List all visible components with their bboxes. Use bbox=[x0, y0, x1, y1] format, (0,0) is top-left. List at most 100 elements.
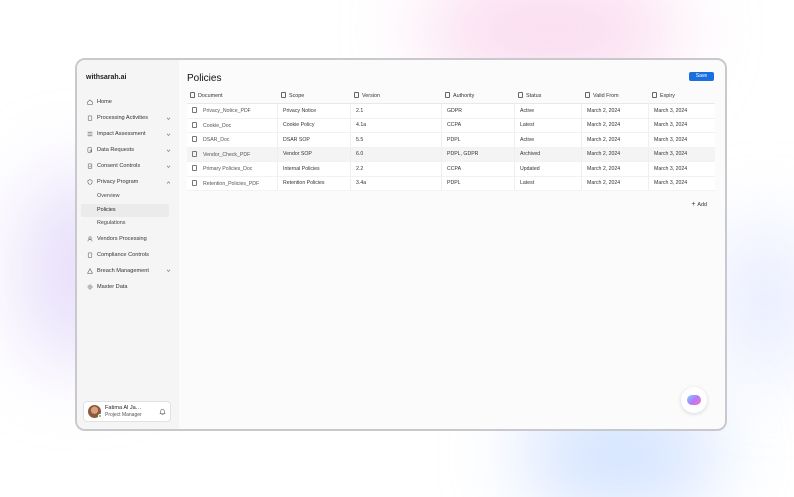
cell-document[interactable]: DSAR_Doc bbox=[187, 133, 278, 148]
sidebar-item-label: Consent Controls bbox=[97, 163, 141, 169]
column-header-label: Authority bbox=[453, 93, 475, 99]
sidebar-item-label: Vendors Processing bbox=[97, 235, 147, 242]
cell-authority: GDPR bbox=[442, 104, 515, 119]
cell-document[interactable]: Vendor_Check_PDF bbox=[187, 147, 278, 162]
user-icon bbox=[87, 236, 93, 242]
cell-scope: DSAR SOP bbox=[278, 133, 351, 148]
clipboard-check-icon bbox=[87, 163, 93, 169]
document-icon bbox=[281, 92, 286, 98]
document-name[interactable]: Vendor_Check_PDF bbox=[203, 152, 250, 158]
chevron-down-icon[interactable] bbox=[166, 164, 171, 169]
column-header-label: Scope bbox=[289, 93, 305, 99]
cell-version: 5.5 bbox=[351, 133, 442, 148]
table-row[interactable]: Retention_Policies_PDF Retention Policies… bbox=[187, 176, 715, 191]
document-icon bbox=[445, 92, 450, 98]
avatar bbox=[88, 405, 102, 418]
add-button[interactable]: + Add bbox=[691, 201, 709, 208]
app-window: withsarah.ai Home Processing Activities Im… bbox=[75, 58, 727, 431]
list-icon bbox=[87, 131, 93, 137]
column-header-expiry[interactable]: Expiry bbox=[649, 88, 715, 104]
chevron-down-icon[interactable] bbox=[166, 148, 171, 153]
assistant-fab-button[interactable] bbox=[681, 387, 707, 413]
cell-document[interactable]: Primary Policies_Doc bbox=[187, 162, 278, 177]
document-name[interactable]: Privacy_Notice_PDF bbox=[203, 108, 251, 114]
cell-status: Latest bbox=[515, 176, 582, 191]
cell-status: Archived bbox=[515, 147, 582, 162]
document-icon bbox=[518, 92, 523, 98]
cell-valid-from: March 2, 2024 bbox=[582, 176, 649, 191]
add-label: Add bbox=[697, 202, 707, 208]
document-icon bbox=[354, 92, 359, 98]
alert-icon bbox=[87, 267, 93, 274]
chevron-down-icon[interactable] bbox=[166, 116, 171, 121]
column-header-label: Valid From bbox=[593, 93, 619, 99]
column-header-scope[interactable]: Scope bbox=[278, 88, 351, 104]
sidebar-item-consent-controls[interactable]: Consent Controls bbox=[77, 158, 179, 174]
sidebar-item-breach-management[interactable]: Breach Management bbox=[77, 263, 179, 279]
sidebar: withsarah.ai Home Processing Activities Im… bbox=[77, 60, 179, 429]
table-row[interactable]: Privacy_Notice_PDF Privacy Notice 2.1 GDPR A… bbox=[187, 104, 715, 119]
sidebar-item-processing-activities[interactable]: Processing Activities bbox=[77, 110, 179, 126]
sidebar-item-vendors-processing[interactable]: Vendors Processing bbox=[77, 231, 179, 247]
file-search-icon bbox=[87, 147, 93, 153]
document-name[interactable]: Primary Policies_Doc bbox=[203, 166, 252, 172]
home-icon bbox=[87, 99, 93, 105]
cell-document[interactable]: Cookie_Doc bbox=[187, 118, 278, 133]
file-icon bbox=[192, 121, 197, 128]
page-title: Policies bbox=[187, 73, 222, 84]
sidebar-item-compliance-controls[interactable]: Compliance Controls bbox=[77, 247, 179, 263]
user-name: Fatima Al Ja… bbox=[105, 404, 142, 411]
column-header-version[interactable]: Version bbox=[351, 88, 442, 104]
cell-authority: CCPA bbox=[442, 162, 515, 177]
cell-valid-from: March 2, 2024 bbox=[582, 104, 649, 119]
cell-scope: Privacy Notice bbox=[278, 104, 351, 119]
table-row[interactable]: Vendor_Check_PDF Vendor SOP 6.0 PDPL, GDPR A… bbox=[187, 147, 715, 162]
table-row[interactable]: DSAR_Doc DSAR SOP 5.5 PDPL Active March 2, 20… bbox=[187, 133, 715, 148]
save-button[interactable]: Save bbox=[689, 72, 714, 81]
sidebar-subitem-regulations[interactable]: Regulations bbox=[77, 217, 169, 231]
cell-document[interactable]: Privacy_Notice_PDF bbox=[187, 104, 278, 119]
cell-scope: Retention Policies bbox=[278, 176, 351, 191]
cell-valid-from: March 2, 2024 bbox=[582, 147, 649, 162]
table-row[interactable]: Primary Policies_Doc Internal Policies 2.2… bbox=[187, 162, 715, 177]
document-name[interactable]: Cookie_Doc bbox=[203, 123, 231, 129]
table-header-row: Document Scope Version Authority Status Valid… bbox=[187, 88, 715, 104]
user-role: Project Manager bbox=[105, 411, 142, 418]
cell-valid-from: March 2, 2024 bbox=[582, 133, 649, 148]
clipboard-icon bbox=[87, 115, 93, 121]
sidebar-item-label: Compliance Controls bbox=[97, 251, 149, 258]
chevron-up-icon[interactable] bbox=[166, 180, 171, 185]
cell-authority: PDPL, GDPR bbox=[442, 147, 515, 162]
table-row[interactable]: Cookie_Doc Cookie Policy 4.1a CCPA Latest Mar… bbox=[187, 118, 715, 133]
sidebar-item-data-requests[interactable]: Data Requests bbox=[77, 142, 179, 158]
plus-icon: + bbox=[691, 201, 696, 208]
sidebar-item-master-data[interactable]: Master Data bbox=[77, 279, 179, 295]
sidebar-item-label: Data Requests bbox=[97, 147, 135, 153]
cell-status: Latest bbox=[515, 118, 582, 133]
clipboard-icon bbox=[87, 252, 93, 258]
cell-version: 6.0 bbox=[351, 147, 442, 162]
chevron-down-icon[interactable] bbox=[166, 268, 171, 273]
column-header-authority[interactable]: Authority bbox=[442, 88, 515, 104]
column-header-document[interactable]: Document bbox=[187, 88, 278, 104]
shield-icon bbox=[87, 179, 93, 185]
sidebar-item-impact-assessment[interactable]: Impact Assessment bbox=[77, 126, 179, 142]
sidebar-item-privacy-program[interactable]: Privacy Program bbox=[77, 174, 179, 190]
document-name[interactable]: DSAR_Doc bbox=[203, 137, 230, 143]
bell-icon[interactable] bbox=[159, 408, 166, 415]
cell-valid-from: March 2, 2024 bbox=[582, 118, 649, 133]
document-icon bbox=[585, 92, 590, 98]
cell-scope: Cookie Policy bbox=[278, 118, 351, 133]
cell-valid-from: March 2, 2024 bbox=[582, 162, 649, 177]
user-card[interactable]: Fatima Al Ja… Project Manager bbox=[83, 401, 171, 422]
column-header-status[interactable]: Status bbox=[515, 88, 582, 104]
sidebar-subitem-overview[interactable]: Overview bbox=[77, 190, 169, 204]
cell-document[interactable]: Retention_Policies_PDF bbox=[187, 176, 278, 191]
sidebar-item-home[interactable]: Home bbox=[77, 94, 179, 110]
chevron-down-icon[interactable] bbox=[166, 132, 171, 137]
cell-scope: Vendor SOP bbox=[278, 147, 351, 162]
column-header-valid-from[interactable]: Valid From bbox=[582, 88, 649, 104]
document-name[interactable]: Retention_Policies_PDF bbox=[203, 181, 259, 187]
cell-version: 2.1 bbox=[351, 104, 442, 119]
sidebar-subitem-policies[interactable]: Policies bbox=[81, 203, 169, 217]
